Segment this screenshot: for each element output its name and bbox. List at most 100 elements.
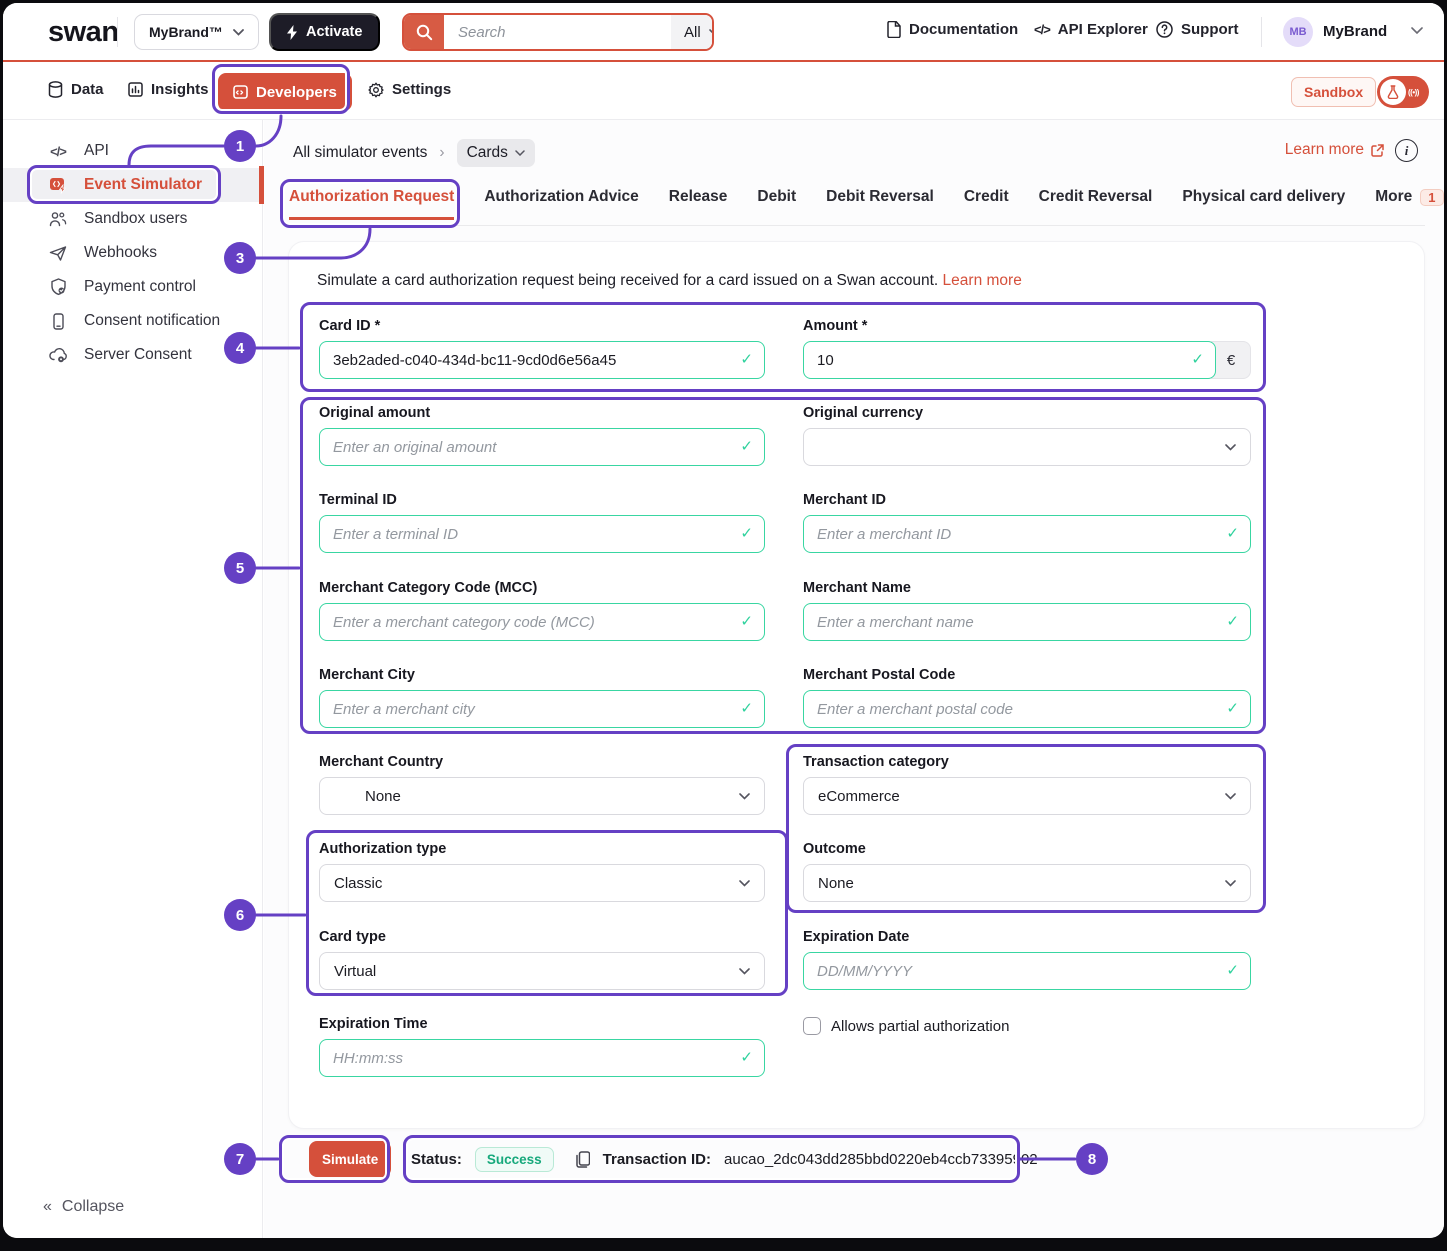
code-icon: </> bbox=[1034, 22, 1050, 37]
merchant-country-label: Merchant Country bbox=[319, 754, 765, 770]
breadcrumb-root[interactable]: All simulator events bbox=[293, 144, 427, 162]
sidebar-api-label: API bbox=[84, 142, 109, 160]
allows-partial-authorization-label: Allows partial authorization bbox=[831, 1018, 1009, 1035]
transaction-category-select[interactable]: eCommerce bbox=[803, 777, 1251, 815]
chevron-down-icon bbox=[709, 29, 714, 35]
nav-developers-label: Developers bbox=[256, 84, 337, 101]
avatar[interactable]: MB bbox=[1283, 17, 1313, 47]
tab-release[interactable]: Release bbox=[669, 182, 728, 220]
documentation-link[interactable]: Documentation bbox=[887, 21, 1018, 38]
cloud-gear-icon bbox=[48, 347, 68, 363]
card-id-input[interactable] bbox=[319, 341, 765, 379]
tab-authorization-advice[interactable]: Authorization Advice bbox=[484, 182, 638, 220]
chevron-down-icon bbox=[515, 150, 525, 156]
expiration-time-input[interactable] bbox=[319, 1039, 765, 1077]
activate-button[interactable]: Activate bbox=[269, 13, 380, 51]
transaction-category-label: Transaction category bbox=[803, 754, 1251, 770]
mcc-input[interactable] bbox=[319, 603, 765, 641]
terminal-id-input[interactable] bbox=[319, 515, 765, 553]
merchant-city-label: Merchant City bbox=[319, 667, 765, 683]
sidebar-item-event-simulator[interactable]: Event Simulator bbox=[3, 168, 262, 202]
copy-icon[interactable] bbox=[576, 1151, 590, 1168]
learn-more-link[interactable]: Learn more bbox=[1285, 141, 1384, 159]
authorization-type-select[interactable]: Classic bbox=[319, 864, 765, 902]
sidebar-item-consent-notification[interactable]: Consent notification bbox=[3, 304, 262, 338]
chevron-down-icon bbox=[1225, 793, 1236, 800]
environment-toggle[interactable]: ((•)) bbox=[1377, 76, 1429, 108]
sidebar-item-sandbox-users[interactable]: Sandbox users bbox=[3, 202, 262, 236]
code-icon: </> bbox=[48, 144, 68, 159]
shield-check-icon bbox=[48, 278, 68, 296]
tab-more[interactable]: More 1 bbox=[1375, 182, 1444, 220]
nav-item-insights[interactable]: Insights bbox=[128, 81, 209, 98]
info-icon[interactable]: i bbox=[1395, 139, 1418, 162]
search-filter-label: All bbox=[684, 24, 701, 41]
mcc-label: Merchant Category Code (MCC) bbox=[319, 580, 765, 596]
sidebar-item-webhooks[interactable]: Webhooks bbox=[3, 236, 262, 270]
merchant-postal-code-input[interactable] bbox=[803, 690, 1251, 728]
merchant-country-select[interactable]: None bbox=[319, 777, 765, 815]
form-description: Simulate a card authorization request be… bbox=[317, 272, 1022, 290]
brand-switcher-button[interactable]: MyBrand™ bbox=[134, 14, 259, 50]
transaction-id-label: Transaction ID: bbox=[603, 1151, 711, 1168]
breadcrumb: All simulator events › Cards bbox=[293, 139, 535, 167]
sidebar-server-consent-label: Server Consent bbox=[84, 346, 192, 364]
search-input[interactable] bbox=[444, 15, 671, 49]
tab-credit-reversal[interactable]: Credit Reversal bbox=[1039, 182, 1153, 220]
original-amount-input[interactable] bbox=[319, 428, 765, 466]
sidebar-webhooks-label: Webhooks bbox=[84, 244, 157, 262]
flask-icon bbox=[1380, 79, 1406, 105]
more-count-badge: 1 bbox=[1420, 189, 1443, 206]
nav-item-settings[interactable]: Settings bbox=[368, 81, 451, 98]
sidebar-item-payment-control[interactable]: Payment control bbox=[3, 270, 262, 304]
allows-partial-authorization-checkbox[interactable] bbox=[803, 1017, 821, 1035]
event-simulator-icon bbox=[48, 177, 68, 194]
sidebar-event-simulator-label: Event Simulator bbox=[84, 176, 202, 194]
collapse-button[interactable]: « Collapse bbox=[43, 1198, 124, 1216]
sidebar-sandbox-users-label: Sandbox users bbox=[84, 210, 187, 228]
account-menu-chevron[interactable] bbox=[1411, 27, 1423, 34]
merchant-name-input[interactable] bbox=[803, 603, 1251, 641]
card-type-select[interactable]: Virtual bbox=[319, 952, 765, 990]
tab-debit-reversal[interactable]: Debit Reversal bbox=[826, 182, 934, 220]
paper-plane-icon bbox=[48, 246, 68, 261]
live-signal-icon: ((•)) bbox=[1408, 88, 1419, 97]
original-currency-label: Original currency bbox=[803, 405, 1251, 421]
original-currency-select[interactable] bbox=[803, 428, 1251, 466]
amount-input[interactable] bbox=[803, 341, 1216, 379]
nav-data-label: Data bbox=[71, 81, 104, 98]
chevron-down-icon bbox=[739, 968, 750, 975]
sandbox-badge: Sandbox bbox=[1291, 77, 1376, 107]
nav-item-data[interactable]: Data bbox=[48, 81, 104, 98]
nav-settings-label: Settings bbox=[392, 81, 451, 98]
smartphone-icon bbox=[48, 313, 68, 330]
chevron-down-icon bbox=[1225, 880, 1236, 887]
chevron-down-icon bbox=[739, 880, 750, 887]
database-icon bbox=[48, 81, 63, 98]
merchant-id-input[interactable] bbox=[803, 515, 1251, 553]
sidebar-item-api[interactable]: </> API bbox=[3, 134, 262, 168]
nav-insights-label: Insights bbox=[151, 81, 209, 98]
search-filter-dropdown[interactable]: All bbox=[671, 15, 714, 49]
tab-authorization-request[interactable]: Authorization Request bbox=[289, 182, 454, 220]
breadcrumb-current-dropdown[interactable]: Cards bbox=[457, 139, 535, 167]
chevron-down-icon bbox=[1411, 27, 1423, 34]
expiration-date-input[interactable] bbox=[803, 952, 1251, 990]
search-icon[interactable] bbox=[404, 15, 444, 49]
form-learn-more-link[interactable]: Learn more bbox=[943, 272, 1022, 289]
sidebar-item-server-consent[interactable]: Server Consent bbox=[3, 338, 262, 372]
brand-switcher-label: MyBrand™ bbox=[149, 24, 223, 40]
tab-physical-card-delivery[interactable]: Physical card delivery bbox=[1182, 182, 1345, 220]
merchant-city-input[interactable] bbox=[319, 690, 765, 728]
merchant-id-label: Merchant ID bbox=[803, 492, 1251, 508]
divider bbox=[117, 17, 118, 47]
outcome-select[interactable]: None bbox=[803, 864, 1251, 902]
api-explorer-link[interactable]: </> API Explorer bbox=[1034, 21, 1148, 38]
support-link[interactable]: Support bbox=[1156, 21, 1239, 38]
tab-debit[interactable]: Debit bbox=[757, 182, 796, 220]
transaction-id-value: aucao_2dc043dd285bbd0220eb4ccb73395902 bbox=[724, 1151, 1038, 1168]
simulate-button[interactable]: Simulate bbox=[309, 1141, 391, 1177]
nav-item-developers[interactable]: Developers bbox=[218, 73, 352, 111]
tab-credit[interactable]: Credit bbox=[964, 182, 1009, 220]
document-icon bbox=[887, 21, 901, 38]
